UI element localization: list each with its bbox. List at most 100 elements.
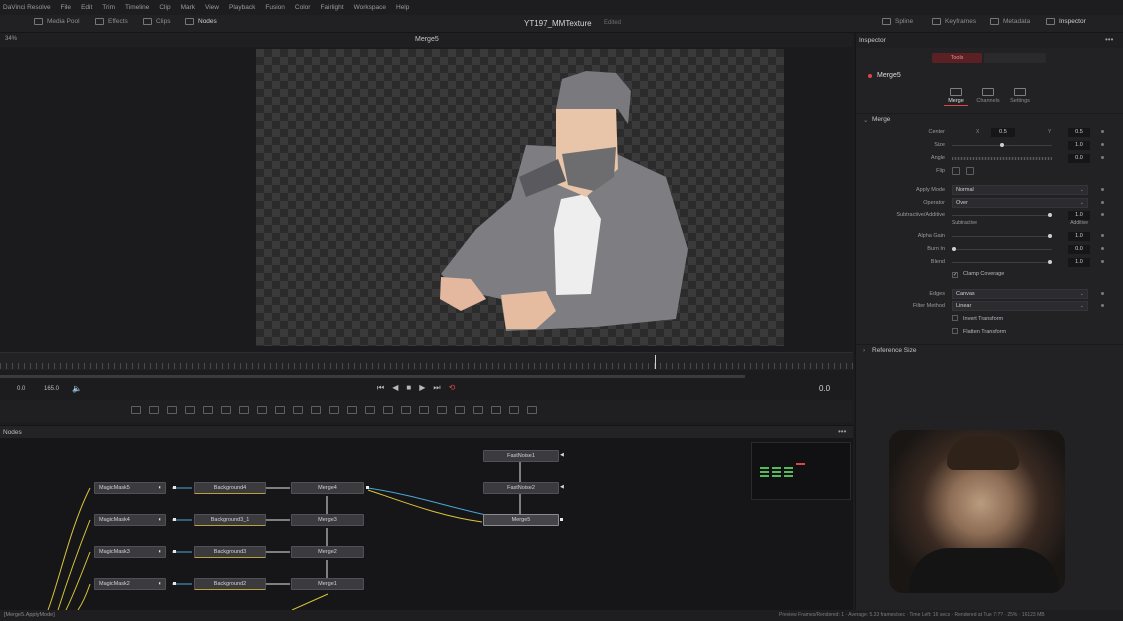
- timeline-ruler[interactable]: [0, 352, 853, 370]
- output-port[interactable]: [173, 518, 176, 521]
- text-tool-icon[interactable]: [167, 406, 177, 414]
- tab-merge[interactable]: Merge: [944, 88, 968, 106]
- node-merge5[interactable]: Merge5: [483, 514, 559, 526]
- keyframe-dot-icon[interactable]: [1101, 213, 1104, 216]
- keyframe-dot-icon[interactable]: [1101, 130, 1104, 133]
- node-merge1[interactable]: Merge1: [291, 578, 364, 590]
- inspector-options-menu[interactable]: •••: [1105, 35, 1113, 44]
- node-minimap[interactable]: [751, 442, 851, 500]
- render-end-field[interactable]: 165.0: [44, 386, 59, 392]
- playhead[interactable]: [655, 355, 656, 369]
- alpha-gain-slider[interactable]: [952, 234, 1052, 238]
- tab-settings[interactable]: Settings: [1008, 88, 1032, 106]
- edges-dropdown[interactable]: Canvas ⌄: [952, 289, 1088, 299]
- menu-trim[interactable]: Trim: [102, 4, 115, 11]
- slider-knob[interactable]: [1000, 143, 1004, 147]
- menu-fairlight[interactable]: Fairlight: [320, 4, 343, 11]
- resize-tool-icon[interactable]: [293, 406, 303, 414]
- media-pool-button[interactable]: Media Pool: [34, 18, 80, 25]
- node-magicmask2[interactable]: MagicMask2 ◐: [94, 578, 166, 590]
- loop-icon[interactable]: ⟲: [449, 383, 456, 393]
- blur-tool-icon[interactable]: [239, 406, 249, 414]
- merge-section-header[interactable]: ⌄ Merge: [856, 113, 1123, 125]
- size-field[interactable]: 1.0: [1068, 141, 1090, 150]
- node-editor[interactable]: MagicMask5 ◐ MagicMask4 ◐ MagicMask3 ◐ Magi…: [0, 438, 853, 610]
- curves-tool-icon[interactable]: [221, 406, 231, 414]
- viewer-canvas[interactable]: [256, 49, 784, 346]
- speaker-icon[interactable]: 🔈: [72, 384, 82, 393]
- menu-color[interactable]: Color: [295, 4, 311, 11]
- reference-size-section-header[interactable]: › Reference Size: [856, 344, 1123, 356]
- output-port[interactable]: [173, 582, 176, 585]
- slider-knob[interactable]: [1048, 213, 1052, 217]
- output-port[interactable]: [366, 486, 369, 489]
- bspline-mask-icon[interactable]: [419, 406, 429, 414]
- go-to-start-icon[interactable]: ⏮: [377, 383, 384, 393]
- light-tool-icon[interactable]: [509, 406, 519, 414]
- inspector-button[interactable]: Inspector: [1046, 18, 1086, 25]
- flip-vertical-icon[interactable]: [966, 167, 974, 175]
- paint-tool-icon[interactable]: [149, 406, 159, 414]
- spline-button[interactable]: Spline: [882, 18, 913, 25]
- tracker-tool-icon[interactable]: [437, 406, 447, 414]
- metadata-button[interactable]: Metadata: [990, 18, 1030, 25]
- subadd-field[interactable]: 1.0: [1068, 211, 1090, 220]
- center-y-field[interactable]: 0.5: [1068, 128, 1090, 137]
- alpha-gain-field[interactable]: 1.0: [1068, 232, 1090, 241]
- angle-field[interactable]: 0.0: [1068, 154, 1090, 163]
- invert-transform-checkbox[interactable]: Invert Transform: [952, 315, 1003, 322]
- flatten-transform-checkbox[interactable]: Flatten Transform: [952, 328, 1006, 335]
- current-frame[interactable]: 0.0: [819, 384, 830, 393]
- flip-horizontal-icon[interactable]: [952, 167, 960, 175]
- color-corrector-tool-icon[interactable]: [203, 406, 213, 414]
- menu-help[interactable]: Help: [396, 4, 409, 11]
- background-tool-icon[interactable]: [131, 406, 141, 414]
- stop-icon[interactable]: ■: [406, 383, 411, 393]
- node-merge2[interactable]: Merge2: [291, 546, 364, 558]
- render-start-field[interactable]: 0.0: [17, 386, 25, 392]
- scrub-bar[interactable]: [0, 375, 745, 378]
- size-slider[interactable]: [952, 143, 1052, 147]
- blend-field[interactable]: 1.0: [1068, 258, 1090, 267]
- center-x-field[interactable]: 0.5: [991, 128, 1015, 137]
- transform-tool-icon[interactable]: [329, 406, 339, 414]
- play-reverse-icon[interactable]: ◀: [392, 383, 398, 393]
- node-merge3[interactable]: Merge3: [291, 514, 364, 526]
- menu-playback[interactable]: Playback: [229, 4, 255, 11]
- clips-button[interactable]: Clips: [143, 18, 170, 25]
- slider-knob[interactable]: [1048, 260, 1052, 264]
- 3d-tool-icon[interactable]: [473, 406, 483, 414]
- menu-workspace[interactable]: Workspace: [354, 4, 386, 11]
- keyframe-dot-icon[interactable]: [1101, 260, 1104, 263]
- menu-view[interactable]: View: [205, 4, 219, 11]
- apply-mode-dropdown[interactable]: Normal ⌄: [952, 185, 1088, 195]
- menu-app[interactable]: DaVinci Resolve: [3, 4, 51, 11]
- keyframes-button[interactable]: Keyframes: [932, 18, 976, 25]
- renderer-tool-icon[interactable]: [527, 406, 537, 414]
- camera-tool-icon[interactable]: [491, 406, 501, 414]
- menu-clip[interactable]: Clip: [159, 4, 170, 11]
- keyframe-dot-icon[interactable]: [1101, 188, 1104, 191]
- brush-tool-icon[interactable]: [185, 406, 195, 414]
- node-background4[interactable]: Background4: [194, 482, 266, 494]
- modifiers-tab[interactable]: [984, 53, 1046, 63]
- play-forward-icon[interactable]: ▶: [419, 383, 425, 393]
- node-magicmask4[interactable]: MagicMask4 ◐: [94, 514, 166, 526]
- output-port[interactable]: [173, 550, 176, 553]
- keyframe-dot-icon[interactable]: [1101, 201, 1104, 204]
- burn-in-field[interactable]: 0.0: [1068, 245, 1090, 254]
- node-magicmask5[interactable]: MagicMask5 ◐: [94, 482, 166, 494]
- nodes-options-menu[interactable]: •••: [838, 427, 846, 436]
- viewer[interactable]: [0, 47, 853, 352]
- go-to-end-icon[interactable]: ⏭: [433, 383, 440, 393]
- slider-knob[interactable]: [1048, 234, 1052, 238]
- tools-tab[interactable]: Tools: [932, 53, 982, 63]
- node-fastnoise2[interactable]: FastNoise2: [483, 482, 559, 494]
- subadd-slider[interactable]: [952, 213, 1052, 217]
- output-port[interactable]: [560, 518, 563, 521]
- angle-thumbwheel[interactable]: [952, 157, 1052, 160]
- blend-slider[interactable]: [952, 260, 1052, 264]
- effects-button[interactable]: Effects: [95, 18, 128, 25]
- ellipse-mask-icon[interactable]: [383, 406, 393, 414]
- menu-timeline[interactable]: Timeline: [125, 4, 149, 11]
